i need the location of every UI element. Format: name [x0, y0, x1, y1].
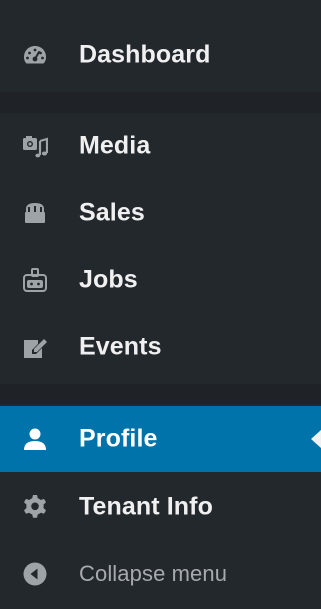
sidebar-item-label: Media	[79, 131, 151, 160]
active-indicator-caret	[311, 430, 321, 448]
edit-note-icon	[22, 334, 48, 360]
menu-separator	[0, 92, 321, 113]
jobs-icon	[22, 267, 48, 293]
sidebar-item-label: Profile	[79, 424, 158, 453]
collapse-menu-label: Collapse menu	[79, 561, 228, 586]
sidebar-item-media[interactable]: Media	[0, 115, 321, 177]
sidebar-item-label: Events	[79, 332, 162, 361]
media-icon	[22, 133, 48, 159]
sidebar-item-tenant-info[interactable]: Tenant Info	[0, 476, 321, 538]
gear-icon	[22, 494, 48, 520]
sidebar-item-label: Dashboard	[79, 40, 211, 69]
sidebar-item-label: Jobs	[79, 265, 138, 294]
menu-separator	[0, 384, 321, 404]
sidebar-item-sales[interactable]: Sales	[0, 182, 321, 244]
sidebar-item-jobs[interactable]: Jobs	[0, 249, 321, 311]
admin-sidebar-menu: Dashboard Media Sales Jobs Events Profil…	[0, 0, 321, 609]
sidebar-item-label: Sales	[79, 198, 145, 227]
shopping-bag-icon	[22, 200, 48, 226]
collapse-menu-button[interactable]: Collapse menu	[0, 543, 321, 605]
sidebar-item-dashboard[interactable]: Dashboard	[0, 24, 321, 86]
collapse-arrow-icon	[22, 561, 48, 587]
user-icon	[22, 426, 48, 452]
sidebar-item-events[interactable]: Events	[0, 316, 321, 378]
sidebar-item-profile[interactable]: Profile	[0, 406, 321, 472]
sidebar-item-label: Tenant Info	[79, 492, 213, 521]
dashboard-icon	[22, 42, 48, 68]
